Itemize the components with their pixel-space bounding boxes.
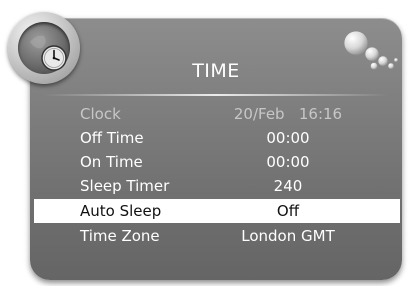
menu-item-label: On Time (80, 153, 143, 171)
menu-item-sleep-timer[interactable]: Sleep Timer 240 (30, 174, 402, 198)
title-divider (44, 94, 388, 96)
menu-item-label: Auto Sleep (80, 202, 162, 220)
menu-item-label: Clock (80, 105, 121, 123)
menu-item-value: 20/Feb 16:16 (233, 105, 343, 123)
menu-item-value: London GMT (241, 227, 335, 245)
menu-item-time-zone[interactable]: Time Zone London GMT (30, 224, 402, 248)
menu-item-label: Time Zone (80, 227, 160, 245)
bubbles-icon (343, 30, 399, 70)
menu-item-auto-sleep[interactable]: Auto Sleep Off (34, 199, 400, 223)
menu-item-value: 00:00 (266, 153, 310, 171)
menu-item-value: 240 (273, 177, 303, 195)
clock-icon (8, 12, 80, 84)
menu-item-label: Off Time (80, 129, 144, 147)
menu-item-label: Sleep Timer (80, 177, 170, 195)
menu-item-off-time[interactable]: Off Time 00:00 (30, 126, 402, 150)
menu-item-clock: Clock 20/Feb 16:16 (30, 102, 402, 126)
menu-item-value: Off (276, 202, 300, 220)
menu-item-value: 00:00 (266, 129, 310, 147)
menu-item-on-time[interactable]: On Time 00:00 (30, 150, 402, 174)
